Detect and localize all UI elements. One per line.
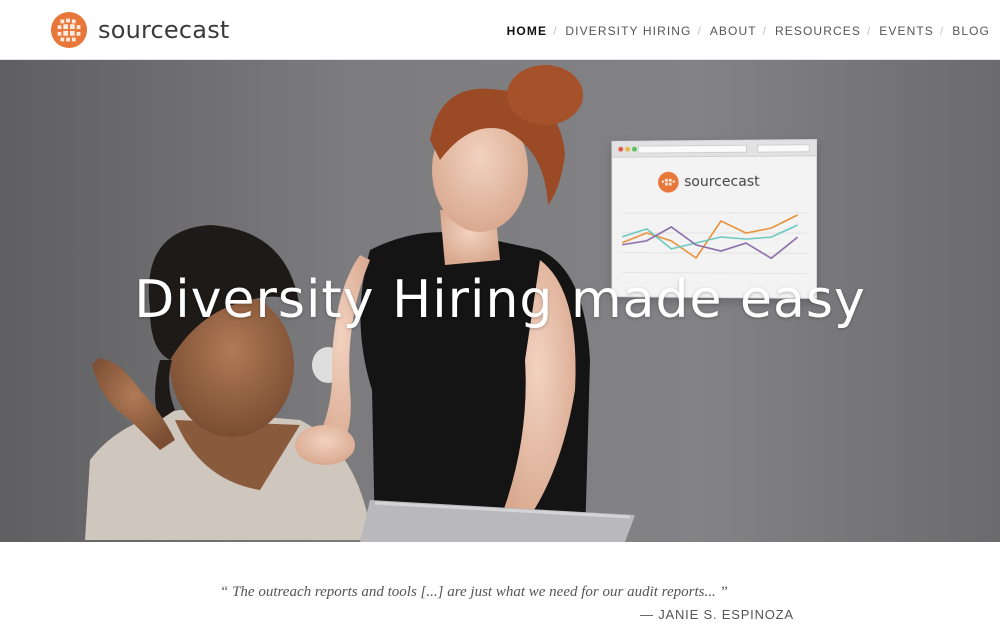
browser-search-bar — [757, 144, 810, 153]
browser-address-bar — [637, 144, 748, 154]
nav-separator: / — [866, 24, 871, 38]
nav-item-diversity-hiring[interactable]: DIVERSITY HIRING — [565, 24, 691, 38]
site-header: sourcecast HOME / DIVERSITY HIRING / ABO… — [0, 0, 1000, 60]
card-logo-wordmark: sourcecast — [684, 173, 760, 191]
site-logo[interactable]: sourcecast — [50, 10, 230, 50]
logo-wordmark: sourcecast — [98, 16, 230, 44]
hero-headline: Diversity Hiring made easy — [134, 270, 866, 330]
nav-item-resources[interactable]: RESOURCES — [775, 24, 861, 38]
nav-separator: / — [553, 24, 557, 38]
testimonial-quote: “ The outreach reports and tools [...] a… — [220, 584, 728, 600]
nav-separator: / — [762, 24, 767, 38]
window-minimize-dot-icon — [625, 146, 631, 152]
card-logo: sourcecast — [657, 171, 760, 193]
nav-item-home[interactable]: HOME — [507, 24, 547, 38]
chart-line-purple — [622, 227, 797, 258]
nav-item-events[interactable]: EVENTS — [879, 24, 934, 38]
nav-separator: / — [939, 24, 944, 38]
main-nav: HOME / DIVERSITY HIRING / ABOUT / RESOUR… — [507, 24, 990, 38]
nav-item-about[interactable]: ABOUT — [710, 24, 757, 38]
nav-item-blog[interactable]: BLOG — [952, 24, 990, 38]
hero-banner: sourcecast Diversity Hiring made easy — [0, 60, 1000, 542]
sourcecast-globe-icon — [50, 11, 88, 49]
nav-separator: / — [697, 24, 701, 38]
browser-toolbar — [612, 140, 816, 158]
sourcecast-globe-icon — [658, 171, 679, 193]
window-close-dot-icon — [618, 146, 624, 152]
window-maximize-dot-icon — [631, 146, 637, 152]
testimonial-author: — JANIE S. ESPINOZA — [640, 607, 794, 622]
